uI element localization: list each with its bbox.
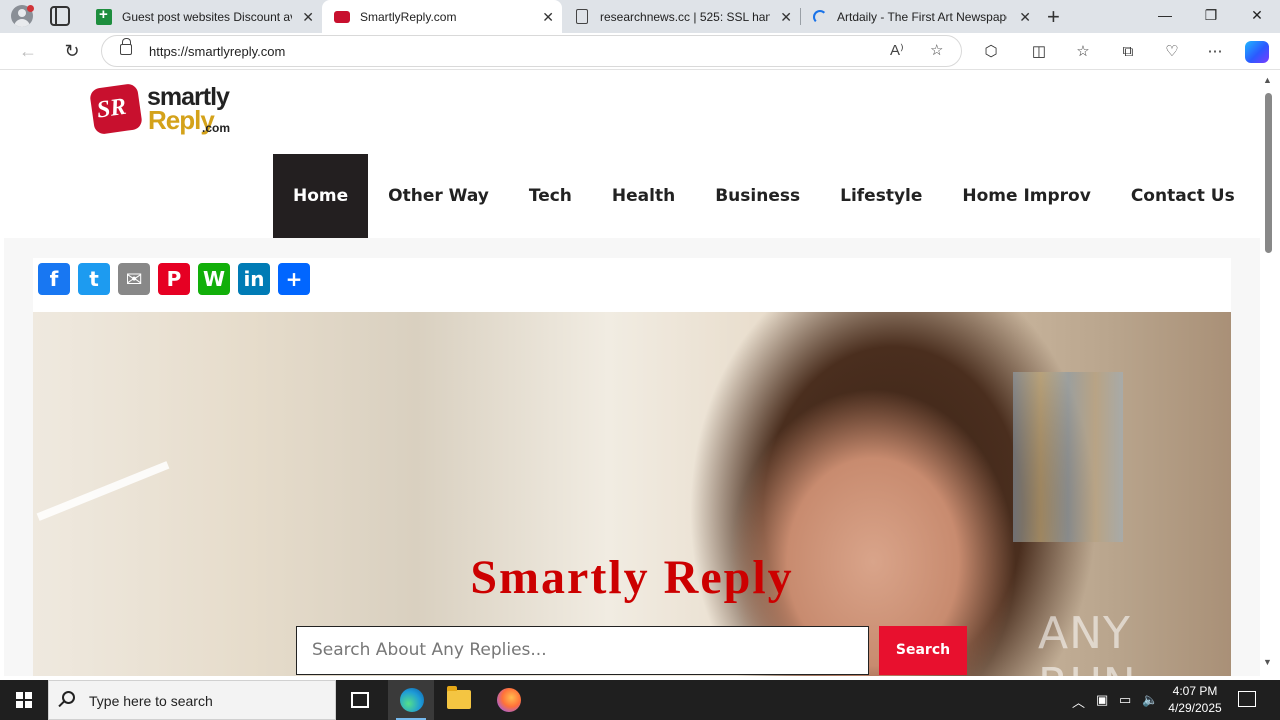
- loading-spinner-icon: [813, 9, 827, 24]
- twitter-icon[interactable]: t: [78, 263, 110, 295]
- pinterest-icon[interactable]: P: [158, 263, 190, 295]
- minimize-icon[interactable]: —: [1142, 0, 1188, 33]
- back-icon[interactable]: ←: [15, 38, 41, 64]
- taskbar-firefox[interactable]: [486, 680, 532, 720]
- clock-time: 4:07 PM: [1172, 684, 1218, 698]
- browser-tab[interactable]: Artdaily - The First Art Newspape… ✕: [801, 0, 1039, 33]
- task-view-icon[interactable]: [351, 692, 369, 708]
- nav-lifestyle[interactable]: Lifestyle: [820, 154, 942, 238]
- browser-tab-active[interactable]: SmartlyReply.com ✕: [322, 0, 562, 33]
- hero-lamp-decoration: [36, 461, 170, 521]
- read-aloud-icon[interactable]: A⁾: [890, 41, 904, 59]
- network-icon[interactable]: ▭: [1119, 692, 1131, 708]
- profile-notification-dot: [27, 5, 34, 12]
- refresh-icon[interactable]: ↻: [59, 38, 85, 64]
- browser-toolbar: ← ↻ https://smartlyreply.com A⁾ ☆ ⬡ ◫ ☆ …: [0, 33, 1280, 70]
- nav-other-way[interactable]: Other Way: [368, 154, 509, 238]
- main-content: f t ✉ P W in + Smartly Reply Search Abou…: [33, 258, 1231, 676]
- site-logo[interactable]: SR smartly Reply .com: [89, 82, 234, 143]
- tab-close-icon[interactable]: ✕: [780, 9, 792, 26]
- notifications-icon[interactable]: [1238, 691, 1256, 707]
- tab-title: Guest post websites Discount av…: [122, 9, 292, 24]
- smartlyreply-favicon: [334, 10, 350, 23]
- split-screen-icon[interactable]: ◫: [1028, 41, 1050, 63]
- scroll-down-icon[interactable]: ▼: [1263, 657, 1272, 667]
- linkedin-icon[interactable]: in: [238, 263, 270, 295]
- lock-icon[interactable]: [120, 38, 132, 55]
- url-text[interactable]: https://smartlyreply.com: [149, 44, 285, 59]
- logo-badge-text: SR: [95, 93, 128, 124]
- tab-title: researchnews.cc | 525: SSL hands…: [600, 9, 770, 24]
- tray-device-icon[interactable]: ▣: [1096, 692, 1108, 708]
- tab-close-icon[interactable]: ✕: [1019, 9, 1031, 26]
- windows-taskbar: Type here to search ︿ ▣ ▭ 🔈 4:07 PM 4/29…: [0, 680, 1280, 720]
- new-tab-icon[interactable]: +: [1047, 4, 1060, 30]
- firefox-icon: [497, 688, 521, 712]
- search-button[interactable]: Search: [879, 626, 967, 675]
- document-icon: [576, 9, 588, 24]
- nav-home-improv[interactable]: Home Improv: [942, 154, 1110, 238]
- page-scrollbar[interactable]: ▲ ▼: [1260, 71, 1280, 676]
- nav-health[interactable]: Health: [592, 154, 695, 238]
- nav-home[interactable]: Home: [273, 154, 369, 238]
- tray-chevron-icon[interactable]: ︿: [1072, 692, 1085, 711]
- clock-date: 4/29/2025: [1168, 701, 1222, 715]
- logo-badge: SR: [89, 82, 143, 136]
- nav-business[interactable]: Business: [695, 154, 820, 238]
- email-icon[interactable]: ✉: [118, 263, 150, 295]
- restore-icon[interactable]: ❐: [1188, 0, 1234, 33]
- address-bar[interactable]: https://smartlyreply.com A⁾ ☆: [101, 35, 962, 67]
- browser-essentials-icon[interactable]: ♡: [1161, 41, 1183, 63]
- share-buttons: f t ✉ P W in +: [38, 263, 310, 295]
- site-header: SR smartly Reply .com Home Other Way Tec…: [4, 71, 1260, 238]
- taskbar-search-placeholder: Type here to search: [89, 693, 213, 709]
- more-menu-icon[interactable]: ⋯: [1204, 41, 1226, 63]
- extensions-icon[interactable]: ⬡: [980, 41, 1002, 63]
- tab-close-icon[interactable]: ✕: [302, 9, 314, 26]
- tab-title: Artdaily - The First Art Newspape…: [837, 9, 1007, 24]
- taskbar-search[interactable]: Type here to search: [48, 680, 336, 720]
- file-explorer-icon: [447, 686, 471, 709]
- whatsapp-icon[interactable]: W: [198, 263, 230, 295]
- edge-icon: [400, 688, 424, 712]
- hero-title: Smartly Reply: [470, 551, 794, 604]
- anyrun-watermark: ANY RUN: [1038, 608, 1136, 676]
- tab-title: SmartlyReply.com: [360, 9, 457, 24]
- browser-tab[interactable]: researchnews.cc | 525: SSL hands… ✕: [562, 0, 800, 33]
- nav-contact-us[interactable]: Contact Us: [1111, 154, 1255, 238]
- browser-tab-strip: Guest post websites Discount av… ✕ Smart…: [0, 0, 1280, 33]
- taskbar-file-explorer[interactable]: [436, 680, 482, 720]
- logo-tld: .com: [202, 121, 231, 135]
- nav-tech[interactable]: Tech: [509, 154, 592, 238]
- search-input[interactable]: Search About Any Replies...: [296, 626, 869, 675]
- close-window-icon[interactable]: ✕: [1234, 0, 1280, 33]
- browser-tab[interactable]: Guest post websites Discount av… ✕: [84, 0, 322, 33]
- taskbar-edge[interactable]: [388, 680, 434, 720]
- copilot-icon[interactable]: [1245, 41, 1269, 63]
- search-icon: [62, 691, 75, 704]
- tab-actions-icon[interactable]: [50, 6, 70, 26]
- tab-close-icon[interactable]: ✕: [542, 9, 554, 26]
- web-page: SR smartly Reply .com Home Other Way Tec…: [4, 71, 1260, 676]
- windows-start-icon[interactable]: [16, 692, 32, 708]
- favorites-icon[interactable]: ☆: [1072, 41, 1094, 63]
- collections-icon[interactable]: ⧉: [1117, 41, 1139, 63]
- taskbar-clock[interactable]: 4:07 PM 4/29/2025: [1162, 683, 1228, 717]
- share-icon[interactable]: +: [278, 263, 310, 295]
- hero-bookshelf-decoration: [1013, 372, 1123, 542]
- main-navigation: Home Other Way Tech Health Business Life…: [273, 154, 1255, 238]
- sheets-icon: [96, 6, 112, 25]
- scroll-up-icon[interactable]: ▲: [1263, 75, 1272, 85]
- scroll-thumb[interactable]: [1265, 93, 1272, 253]
- favorite-star-icon[interactable]: ☆: [930, 41, 943, 59]
- facebook-icon[interactable]: f: [38, 263, 70, 295]
- hero-banner: Smartly Reply Search About Any Replies..…: [33, 312, 1231, 676]
- volume-icon[interactable]: 🔈: [1142, 692, 1158, 708]
